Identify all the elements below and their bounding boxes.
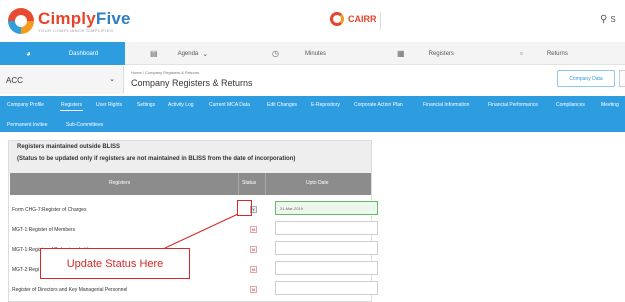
annotation-callout: Update Status Here — [40, 248, 190, 279]
annotation-arrow-line — [164, 213, 239, 249]
